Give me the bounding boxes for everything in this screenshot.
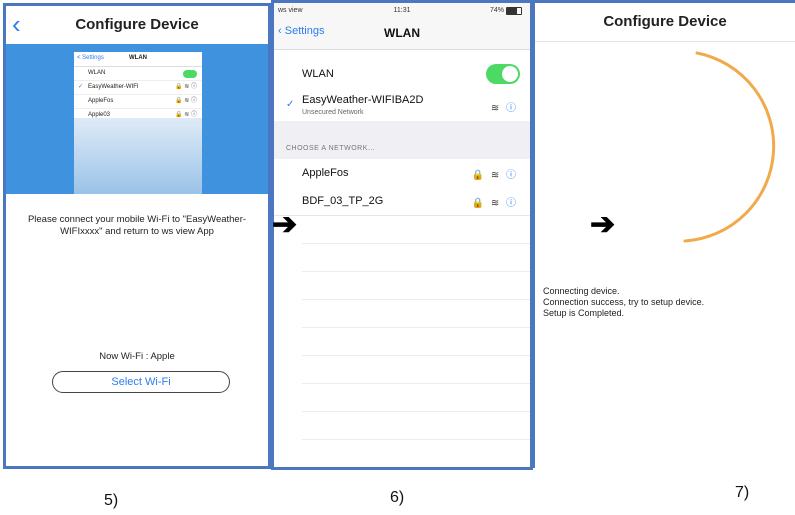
- wifi-info-icon: 🔒 ≋ ⓘ: [175, 98, 197, 104]
- network-row[interactable]: BDF_03_TP_2G 🔒 ≋ ⓘ: [274, 187, 530, 216]
- mini-toggle-icon: [183, 70, 197, 78]
- wlan-toggle[interactable]: [486, 64, 520, 84]
- mini-network-row: AppleFos 🔒 ≋ ⓘ: [74, 95, 202, 109]
- divider: [302, 327, 530, 328]
- log-line: Connection success, try to setup device.: [543, 297, 705, 307]
- log-line: Setup is Completed.: [543, 308, 625, 318]
- mini-wlan-row: WLAN: [74, 67, 202, 81]
- right-arrow-icon: ➔: [272, 208, 298, 241]
- divider: [302, 299, 530, 300]
- instruction-banner: < Settings WLAN WLAN ✓ EasyWeather-WIFI …: [6, 44, 268, 194]
- loading-spinner-icon: [683, 51, 776, 243]
- step-caption: 5): [104, 492, 119, 509]
- progress-log: Connecting device. Connection success, t…: [543, 286, 704, 319]
- step-caption: 6): [390, 489, 405, 506]
- network-row[interactable]: AppleFos 🔒 ≋ ⓘ: [274, 159, 530, 188]
- check-icon: ✓: [78, 84, 84, 90]
- mini-network-row: ✓ EasyWeather-WIFI 🔒 ≋ ⓘ: [74, 81, 202, 95]
- status-bar: ws view 11:31 74%: [274, 3, 530, 19]
- header: Configure Device: [535, 3, 795, 42]
- divider: [302, 355, 530, 356]
- wifi-info-icon[interactable]: ≋ ⓘ: [491, 99, 518, 114]
- header: ‹ Configure Device: [6, 6, 268, 45]
- section-header: CHOOSE A NETWORK...: [274, 121, 530, 159]
- page-title: Configure Device: [75, 16, 199, 33]
- check-icon: ✓: [286, 99, 295, 110]
- divider: [302, 439, 530, 440]
- wlan-settings-preview: < Settings WLAN WLAN ✓ EasyWeather-WIFI …: [74, 52, 202, 194]
- right-arrow-icon: ➔: [590, 208, 616, 241]
- battery-percent: 74%: [489, 7, 504, 14]
- page-title: Configure Device: [603, 13, 727, 30]
- connected-network-row[interactable]: ✓ EasyWeather-WIFIBA2D Unsecured Network…: [274, 91, 530, 122]
- step7-screen: Configure Device Connecting device. Conn…: [532, 0, 795, 468]
- divider: [302, 411, 530, 412]
- step6-screen: ws view 11:31 74% ‹ Settings WLAN WLAN ✓…: [271, 0, 533, 470]
- instruction-text: Please connect your mobile Wi-Fi to "Eas…: [27, 214, 247, 237]
- select-wifi-button[interactable]: Select Wi-Fi: [52, 371, 230, 393]
- nav-bar: ‹ Settings WLAN: [274, 19, 530, 50]
- lock-wifi-info-icon[interactable]: 🔒 ≋ ⓘ: [472, 166, 518, 181]
- mini-title: WLAN: [129, 55, 147, 61]
- lock-wifi-info-icon[interactable]: 🔒 ≋ ⓘ: [472, 194, 518, 209]
- step-caption: 7): [735, 484, 750, 501]
- divider: [302, 383, 530, 384]
- battery-icon: [506, 7, 522, 15]
- fade-overlay: [74, 118, 202, 194]
- divider: [302, 271, 530, 272]
- wifi-info-icon: 🔒 ≋ ⓘ: [175, 84, 197, 90]
- divider: [302, 243, 530, 244]
- nav-title: WLAN: [384, 26, 420, 40]
- step5-screen: ‹ Configure Device < Settings WLAN WLAN …: [3, 3, 271, 469]
- log-line: Connecting device.: [543, 286, 620, 296]
- current-wifi-label: Now Wi-Fi : Apple: [99, 351, 175, 362]
- wlan-toggle-row: WLAN: [274, 57, 530, 92]
